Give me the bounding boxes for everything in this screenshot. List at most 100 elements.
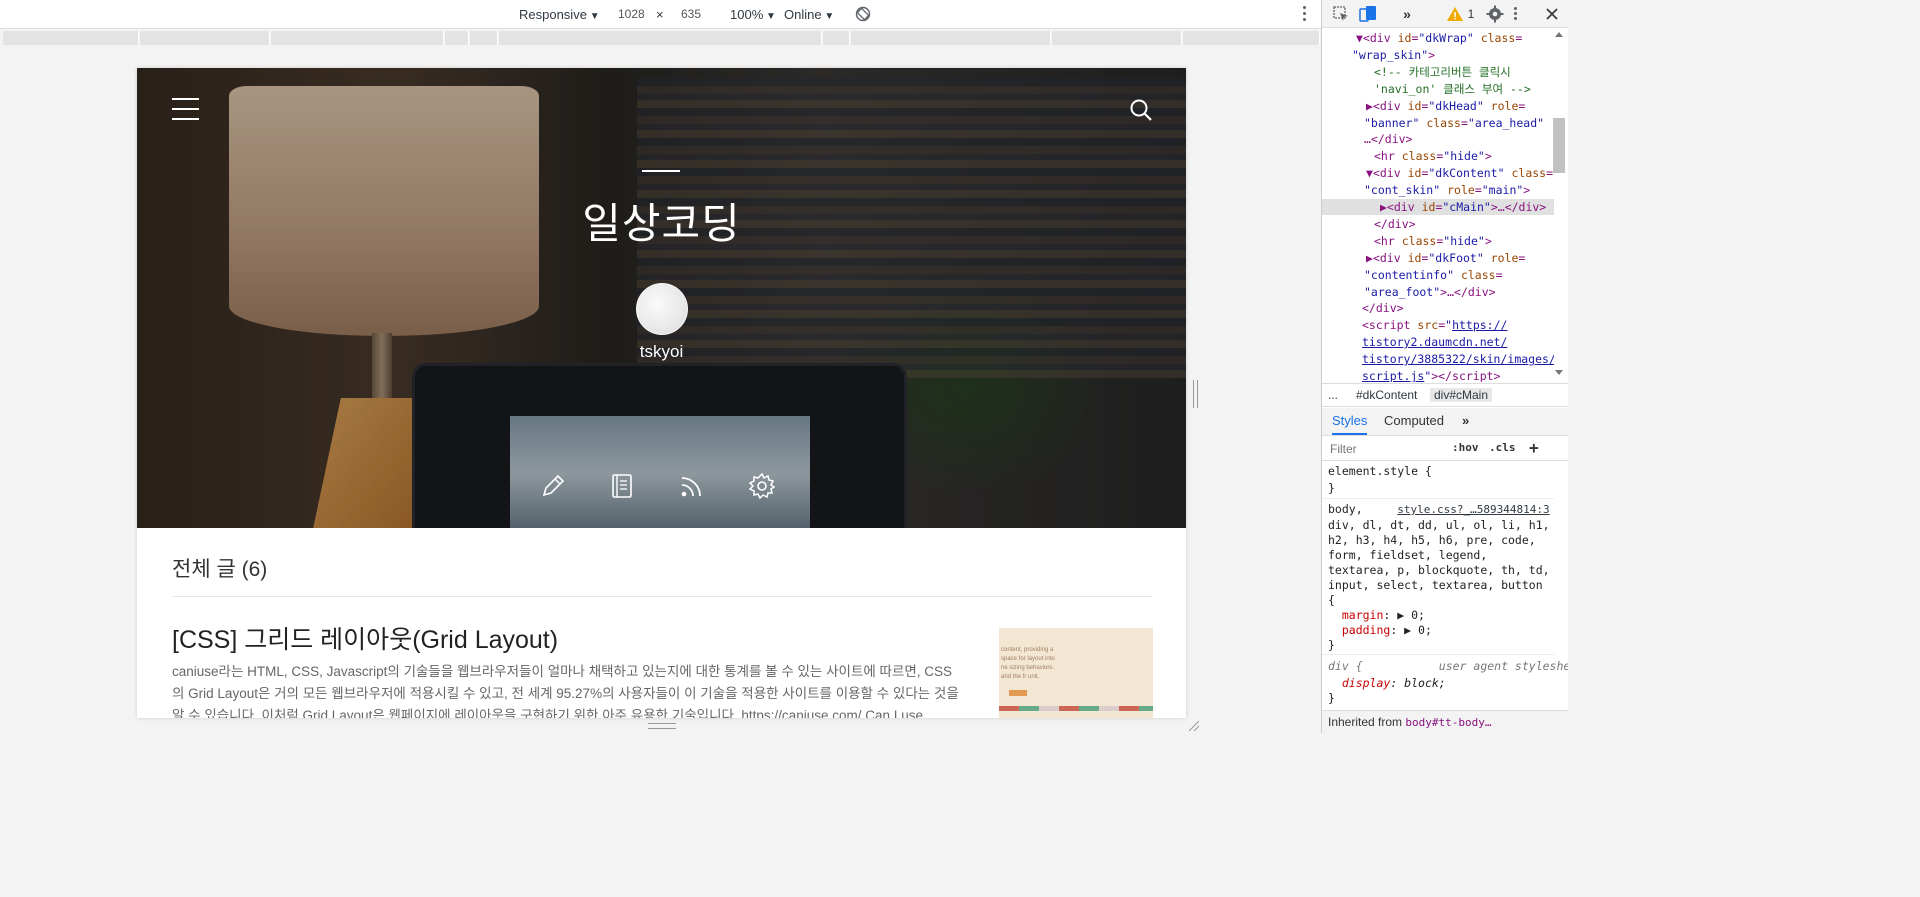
- category-title: 전체 글 (6): [172, 558, 268, 581]
- tab-styles[interactable]: Styles: [1332, 413, 1368, 435]
- tab-computed[interactable]: Computed: [1384, 413, 1444, 428]
- rule-separator: [1322, 654, 1554, 655]
- viewport-resize-handle-right[interactable]: [1193, 380, 1198, 408]
- media-query-segment[interactable]: [140, 31, 270, 45]
- media-query-bar: [3, 31, 1320, 45]
- inherited-selector[interactable]: body#tt-body…: [1405, 716, 1491, 729]
- media-query-segment[interactable]: [1183, 31, 1320, 45]
- dom-node-line[interactable]: <hr class="hide">: [1322, 233, 1492, 249]
- media-query-segment[interactable]: [470, 31, 498, 45]
- dom-node-line[interactable]: <hr class="hide">: [1322, 148, 1492, 164]
- media-query-segment[interactable]: [823, 31, 850, 45]
- breadcrumb-dkcontent[interactable]: #dkContent: [1356, 388, 1417, 402]
- inspect-element-icon[interactable]: [1332, 5, 1350, 23]
- class-toggle[interactable]: .cls: [1489, 441, 1516, 454]
- devtools-scrollbar-thumb[interactable]: [1553, 118, 1565, 173]
- menu-icon[interactable]: [172, 98, 199, 120]
- dom-node-line[interactable]: script.js"></script>: [1322, 368, 1501, 382]
- style-rule-line[interactable]: div { user agent stylesheet: [1328, 659, 1568, 674]
- throttle-select[interactable]: Online: [784, 7, 834, 22]
- new-rule-icon[interactable]: +: [1529, 438, 1539, 457]
- dom-node-line[interactable]: <script src="https://: [1322, 317, 1507, 333]
- blogger-name[interactable]: tskyoi: [137, 342, 1186, 362]
- style-rule-line[interactable]: h2, h3, h4, h5, h6, pre, code,: [1328, 533, 1536, 548]
- more-panels-icon[interactable]: »: [1398, 5, 1416, 23]
- dom-node-line[interactable]: ▼<div id="dkContent" class=: [1322, 165, 1553, 181]
- dom-node-line[interactable]: ▼<div id="dkWrap" class=: [1322, 30, 1522, 46]
- customize-menu-icon[interactable]: [1514, 7, 1518, 25]
- corner-resize-icon[interactable]: [1187, 719, 1199, 731]
- dom-node-line[interactable]: "area_foot">…</div>: [1322, 284, 1496, 300]
- dom-node-line[interactable]: </div>: [1322, 300, 1404, 316]
- style-rule-line[interactable]: }: [1328, 481, 1335, 496]
- dom-node-line[interactable]: </div>: [1322, 216, 1416, 232]
- style-rule-line[interactable]: input, select, textarea, button: [1328, 578, 1543, 593]
- dom-node-line[interactable]: …</div>: [1322, 131, 1412, 147]
- style-rule-line[interactable]: {: [1328, 593, 1335, 608]
- dom-node-line[interactable]: "cont_skin" role="main">: [1322, 182, 1530, 198]
- hover-state-toggle[interactable]: :hov: [1452, 441, 1479, 454]
- style-rule-line[interactable]: display: block;: [1328, 676, 1446, 691]
- dom-node-line[interactable]: <!-- 카테고리버튼 클릭시: [1322, 64, 1511, 80]
- notebook-icon[interactable]: [608, 472, 636, 500]
- scroll-down-icon[interactable]: [1553, 368, 1565, 378]
- device-select[interactable]: Responsive: [519, 7, 600, 22]
- dom-node-line[interactable]: "contentinfo" class=: [1322, 267, 1503, 283]
- style-rule-line[interactable]: }: [1328, 638, 1335, 653]
- dom-node-line[interactable]: ▶<div id="cMain">…</div>: [1322, 199, 1554, 215]
- scroll-up-icon[interactable]: [1553, 29, 1565, 39]
- breadcrumb-more[interactable]: ...: [1328, 388, 1338, 402]
- more-options-icon[interactable]: [1303, 6, 1307, 22]
- style-rule-line[interactable]: body, style.css?_…589344814:3: [1328, 502, 1550, 517]
- warning-count[interactable]: 1: [1462, 5, 1480, 23]
- inherited-from: Inherited from body#tt-body…: [1322, 710, 1568, 733]
- dom-node-line[interactable]: "wrap_skin">: [1322, 47, 1435, 63]
- media-query-segment[interactable]: [3, 31, 139, 45]
- media-query-segment[interactable]: [851, 31, 1051, 45]
- dom-node-line[interactable]: tistory/3885322/skin/images/: [1322, 351, 1554, 367]
- width-input[interactable]: 1028: [618, 7, 645, 21]
- breadcrumb-cmain[interactable]: div#cMain: [1430, 388, 1493, 402]
- style-rule-line[interactable]: }: [1328, 691, 1335, 706]
- device-toggle-icon[interactable]: [1359, 5, 1377, 23]
- rss-icon[interactable]: [678, 472, 706, 500]
- dom-breadcrumb: ... #dkContent div#cMain: [1322, 383, 1568, 407]
- style-rule-line[interactable]: element.style {: [1328, 464, 1432, 479]
- media-query-segment[interactable]: [445, 31, 469, 45]
- media-query-segment[interactable]: [1052, 31, 1182, 45]
- post-thumbnail[interactable]: content, providing a space for layout in…: [999, 628, 1153, 718]
- post-title[interactable]: [CSS] 그리드 레이아웃(Grid Layout): [172, 620, 558, 656]
- style-rule-line[interactable]: div, dl, dt, dd, ul, ol, li, h1,: [1328, 518, 1550, 533]
- media-query-segment[interactable]: [499, 31, 822, 45]
- avatar[interactable]: [636, 283, 688, 335]
- height-input[interactable]: 635: [681, 7, 701, 21]
- style-rule-line[interactable]: textarea, p, blockquote, th, td,: [1328, 563, 1550, 578]
- style-rule-line[interactable]: padding: ▶ 0;: [1328, 623, 1432, 638]
- gear-icon[interactable]: [748, 472, 776, 500]
- inherited-label: Inherited from: [1328, 715, 1403, 729]
- style-rule-line[interactable]: form, fieldset, legend,: [1328, 548, 1487, 563]
- viewport-resize-handle-bottom[interactable]: [648, 723, 676, 729]
- device-toolbar: Responsive 1028 × 635 100% Online: [0, 0, 1321, 29]
- dom-node-line[interactable]: 'navi_on' 클래스 부여 -->: [1322, 81, 1531, 97]
- style-rule-line[interactable]: margin: ▶ 0;: [1328, 608, 1425, 623]
- dom-node-line[interactable]: tistory2.daumcdn.net/: [1322, 334, 1507, 350]
- dom-node-line[interactable]: "banner" class="area_head": [1322, 115, 1544, 131]
- title-bar: [642, 170, 680, 172]
- sidebar-tabs: Styles Computed »: [1322, 408, 1568, 436]
- zoom-select[interactable]: 100%: [730, 7, 776, 22]
- elements-dom-tree[interactable]: ▼<div id="dkWrap" class= "wrap_skin"> <!--…: [1322, 29, 1554, 382]
- pencil-icon[interactable]: [539, 472, 567, 500]
- settings-gear-icon[interactable]: [1486, 5, 1504, 23]
- search-icon[interactable]: [1129, 98, 1153, 122]
- styles-pane[interactable]: element.style {} body, style.css?_…589344…: [1322, 462, 1568, 707]
- post-summary[interactable]: caniuse라는 HTML, CSS, Javascript의 기술들을 웹브…: [172, 661, 964, 718]
- rotate-icon[interactable]: [855, 6, 871, 22]
- close-icon[interactable]: [1543, 5, 1561, 23]
- dom-node-line[interactable]: ▶<div id="dkHead" role=: [1322, 98, 1525, 114]
- styles-filter-input[interactable]: [1326, 439, 1441, 458]
- media-query-segment[interactable]: [271, 31, 444, 45]
- blog-title[interactable]: 일상코딩: [137, 190, 1186, 251]
- dom-node-line[interactable]: ▶<div id="dkFoot" role=: [1322, 250, 1525, 266]
- more-tabs-icon[interactable]: »: [1462, 413, 1469, 428]
